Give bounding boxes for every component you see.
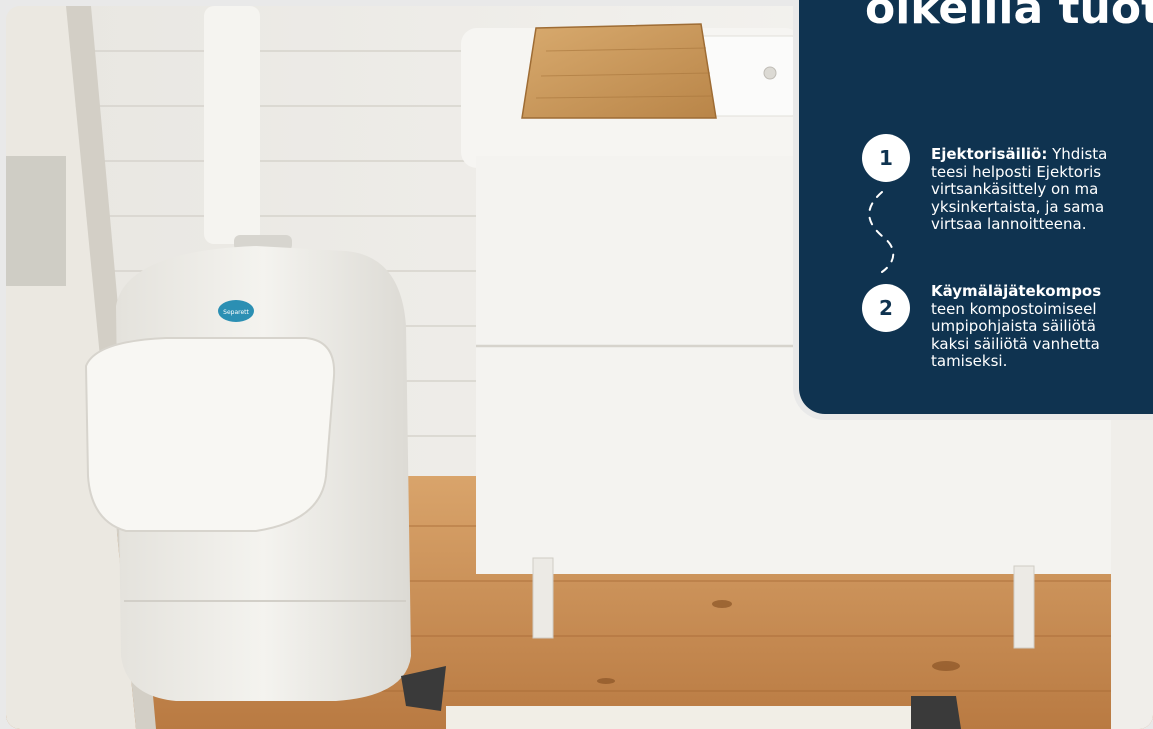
- step-1-line-2: teesi helposti Ejektoris: [931, 162, 1102, 181]
- step-1-line-1-text: Yhdista: [1052, 145, 1108, 163]
- toilet-logo-text: Separett: [223, 309, 249, 316]
- step-2-text: Käymäläjätekompos teen kompostoimiseel u…: [931, 282, 1102, 371]
- toilet-lid: [84, 337, 336, 532]
- step-1-text: Ejektorisäiliö: Yhdista teesi helposti E…: [931, 145, 1108, 234]
- step-1-label: Ejektorisäiliö:: [931, 145, 1048, 163]
- step-1-line-5: virtsaa lannoitteena.: [931, 215, 1087, 233]
- cabinet-leg-left: [532, 557, 554, 639]
- card-title-line: oikeilla tuot: [865, 0, 1153, 34]
- cabinet-leg-right: [1013, 565, 1035, 649]
- shelf-bracket: [6, 156, 66, 286]
- step-2-line-1: Käymäläjätekompos: [931, 282, 1102, 301]
- step-1-line-1: Ejektorisäiliö: Yhdista: [931, 145, 1108, 164]
- wooden-board: [521, 23, 717, 119]
- step-number-2: 2: [862, 284, 910, 332]
- vent-pipe: [204, 6, 260, 244]
- step-2-label: Käymäläjätekompos: [931, 282, 1102, 300]
- step-2-line-3: umpipohjaista säiliötä: [931, 317, 1096, 335]
- step-number-1: 1: [862, 134, 910, 182]
- drain: [763, 66, 777, 80]
- dashed-connector: [868, 191, 895, 273]
- card-title: oikeilla tuot: [865, 0, 1153, 32]
- banner: Separett oikeilla tuot 1 2 Ejektorisäili…: [0, 0, 1153, 729]
- step-2-line-4: kaksi säiliötä vanhetta: [931, 334, 1100, 353]
- step-1-line-3: virtsankäsittely on ma: [931, 180, 1099, 198]
- step-1-line-4: yksinkertaista, ja sama: [931, 197, 1105, 216]
- right-wall-panel: [1111, 416, 1153, 729]
- step-2-line-5: tamiseksi.: [931, 352, 1008, 370]
- rug: [446, 706, 916, 729]
- step-2-line-2: teen kompostoimiseel: [931, 299, 1097, 318]
